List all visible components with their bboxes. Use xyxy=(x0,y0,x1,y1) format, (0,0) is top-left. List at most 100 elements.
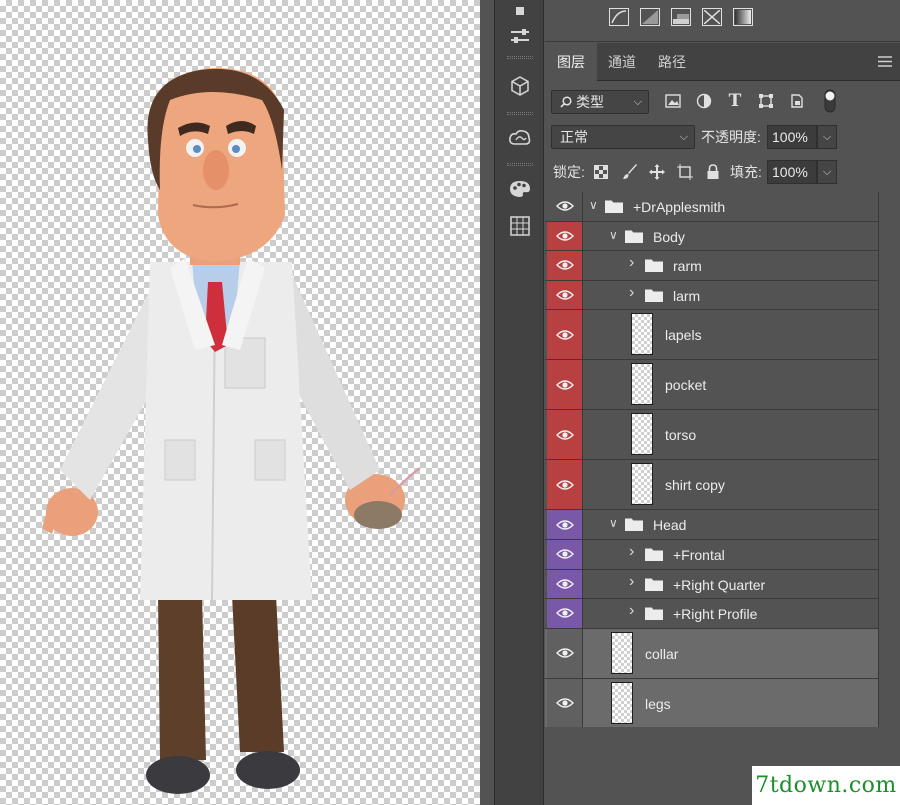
fill-slider-button[interactable]: ⌵ xyxy=(817,160,837,184)
panel-tabs: 图层 通道 路径 xyxy=(545,43,900,81)
lock-position-move-icon[interactable] xyxy=(647,162,667,182)
opacity-slider-button[interactable]: ⌵ xyxy=(817,125,837,149)
visibility-eye-icon[interactable] xyxy=(547,460,583,510)
chevron-down-icon[interactable]: ∨ xyxy=(589,198,598,212)
layer-group-row[interactable]: › +Frontal xyxy=(545,540,878,570)
chevron-right-icon[interactable]: › xyxy=(629,543,634,561)
layer-name: +DrApplesmith xyxy=(633,199,726,215)
threshold-adjust-icon[interactable] xyxy=(702,8,722,26)
document-canvas[interactable] xyxy=(0,0,492,805)
panel-grip[interactable] xyxy=(507,112,533,115)
grid-icon[interactable] xyxy=(506,212,534,240)
adjustments-icon[interactable] xyxy=(506,22,534,50)
chevron-down-icon: ⌵ xyxy=(633,96,642,108)
lock-label: 锁定: xyxy=(553,164,585,180)
search-icon xyxy=(560,96,572,108)
layer-row[interactable]: pocket xyxy=(545,360,878,411)
opacity-input[interactable]: 100% xyxy=(767,125,817,149)
swatches-palette-icon[interactable] xyxy=(506,175,534,203)
type-filter-icon[interactable]: T xyxy=(725,91,745,111)
curves-adjust-icon[interactable] xyxy=(609,8,629,26)
chevron-right-icon[interactable]: › xyxy=(629,254,634,272)
blend-mode-dropdown[interactable]: 正常 ⌵ xyxy=(551,125,695,149)
lock-transparent-pixels-icon[interactable] xyxy=(591,162,611,182)
visibility-eye-icon[interactable] xyxy=(547,678,583,728)
lock-image-pixels-brush-icon[interactable] xyxy=(620,162,640,182)
lock-artboard-icon[interactable] xyxy=(675,162,695,182)
layer-thumbnail xyxy=(631,463,653,506)
layer-name: pocket xyxy=(665,377,707,394)
tab-layers[interactable]: 图层 xyxy=(545,43,597,81)
layer-thumbnail xyxy=(631,363,653,406)
layer-group-row[interactable]: › +Right Profile xyxy=(545,599,878,629)
visibility-eye-icon[interactable] xyxy=(547,360,583,410)
smart-object-filter-icon[interactable] xyxy=(787,91,807,111)
canvas-border xyxy=(480,0,494,805)
layer-row[interactable]: torso xyxy=(545,410,878,461)
layer-thumbnail xyxy=(611,631,633,674)
visibility-eye-icon[interactable] xyxy=(547,192,583,221)
layer-group-row[interactable]: › +Right Quarter xyxy=(545,569,878,600)
layer-name: lapels xyxy=(665,327,702,344)
layer-name: larm xyxy=(673,287,701,304)
folder-icon xyxy=(645,259,663,273)
shape-filter-icon[interactable] xyxy=(756,91,776,111)
chevron-down-icon[interactable]: ∨ xyxy=(609,516,618,530)
layer-row[interactable]: legs xyxy=(545,678,878,729)
posterize-adjust-icon[interactable] xyxy=(671,8,691,26)
folder-icon xyxy=(605,200,623,213)
pixel-filter-icon[interactable] xyxy=(663,91,683,111)
panel-dock-strip xyxy=(494,0,544,805)
visibility-eye-icon[interactable] xyxy=(547,410,583,460)
lock-fill-row: 锁定: 填充: 100% ⌵ xyxy=(545,155,900,189)
fill-input[interactable]: 100% xyxy=(767,160,817,184)
layer-group-row[interactable]: › larm xyxy=(545,280,878,311)
filter-toggle-icon[interactable] xyxy=(820,89,840,113)
tab-channels[interactable]: 通道 xyxy=(597,43,647,81)
gradient-map-adjust-icon[interactable] xyxy=(733,8,753,26)
layer-name: shirt copy xyxy=(665,477,725,494)
chevron-right-icon[interactable]: › xyxy=(629,573,634,591)
layer-group-row[interactable]: › rarm xyxy=(545,251,878,281)
layer-name: +Frontal xyxy=(673,547,725,563)
layer-name: torso xyxy=(665,427,697,444)
folder-icon xyxy=(645,607,663,621)
chevron-right-icon[interactable]: › xyxy=(629,602,634,620)
panel-grip[interactable] xyxy=(507,163,533,166)
visibility-eye-icon[interactable] xyxy=(547,310,583,360)
layer-row[interactable]: lapels xyxy=(545,310,878,361)
layer-group-row[interactable]: ∨ Body xyxy=(545,221,878,252)
layer-thumbnail xyxy=(611,681,633,724)
opacity-label: 不透明度: xyxy=(701,129,761,145)
exposure-adjust-icon[interactable] xyxy=(640,8,660,26)
visibility-eye-icon[interactable] xyxy=(547,280,583,310)
filter-kind-dropdown[interactable]: 类型 ⌵ xyxy=(551,90,649,114)
visibility-eye-icon[interactable] xyxy=(547,540,583,569)
visibility-eye-icon[interactable] xyxy=(547,221,583,251)
chevron-right-icon[interactable]: › xyxy=(629,284,634,302)
panel-grip[interactable] xyxy=(507,56,533,59)
panel-menu-icon[interactable] xyxy=(878,56,892,67)
adjustment-filter-icon[interactable] xyxy=(694,91,714,111)
visibility-eye-icon[interactable] xyxy=(547,599,583,628)
watermark-text: 7tdown.com xyxy=(752,766,900,805)
visibility-eye-icon[interactable] xyxy=(547,569,583,599)
tab-paths[interactable]: 路径 xyxy=(647,43,697,81)
layer-name: legs xyxy=(645,695,671,712)
blend-opacity-row: 正常 ⌵ 不透明度: 100% ⌵ xyxy=(545,120,900,154)
layer-row[interactable]: shirt copy xyxy=(545,460,878,511)
3d-cube-icon[interactable] xyxy=(506,72,534,100)
layer-group-row[interactable]: ∨ Head xyxy=(545,510,878,540)
layer-row[interactable]: collar xyxy=(545,628,878,679)
layers-scrollbar[interactable] xyxy=(878,192,900,727)
folder-icon xyxy=(645,548,663,561)
character-illustration xyxy=(42,68,421,794)
adjustments-row xyxy=(545,0,900,42)
visibility-eye-icon[interactable] xyxy=(547,251,583,280)
creative-cloud-libraries-icon[interactable] xyxy=(506,124,534,152)
chevron-down-icon[interactable]: ∨ xyxy=(609,228,618,242)
visibility-eye-icon[interactable] xyxy=(547,628,583,678)
layer-group-row[interactable]: ∨ +DrApplesmith xyxy=(545,192,878,222)
visibility-eye-icon[interactable] xyxy=(547,510,583,539)
lock-all-padlock-icon[interactable] xyxy=(703,162,723,182)
